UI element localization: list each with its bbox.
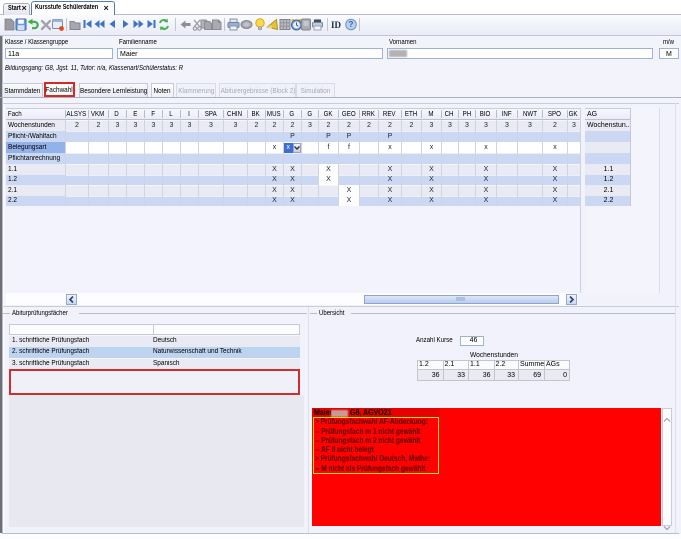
svg-text:?: ? xyxy=(349,20,354,29)
